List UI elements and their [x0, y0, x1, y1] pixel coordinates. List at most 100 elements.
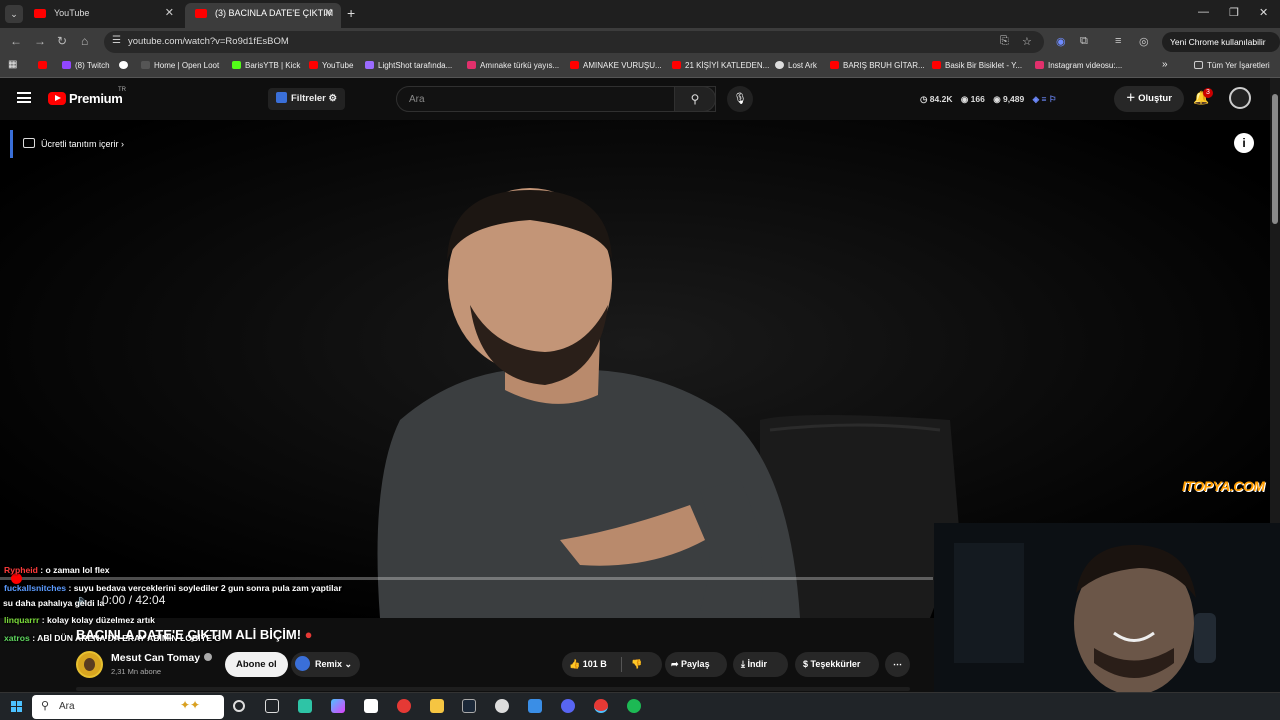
chrome-update-button[interactable]: Yeni Chrome kullanılabilir ⋮ — [1162, 32, 1280, 67]
channel-name[interactable]: Mesut Can Tomay — [111, 652, 213, 664]
account-avatar[interactable] — [1229, 87, 1251, 109]
thanks-button[interactable]: $ Teşekkürler — [795, 652, 879, 677]
media-controls-icon[interactable]: ≡ — [1115, 35, 1121, 47]
all-bookmarks-folder[interactable]: Tüm Yer İşaretleri — [1194, 61, 1270, 70]
forward-icon[interactable]: → — [34, 34, 46, 48]
channel-avatar[interactable] — [76, 651, 103, 678]
cortana-icon[interactable] — [233, 700, 245, 712]
bookmark-label: Tüm Yer İşaretleri — [1207, 61, 1270, 70]
logo-premium-text[interactable]: Premium — [69, 91, 123, 106]
file-explorer-icon[interactable] — [430, 699, 444, 713]
bookmark-yt-5[interactable]: Basik Bir Bisiklet - Y... — [932, 61, 1022, 70]
bookmark-star-icon[interactable]: ☆ — [1022, 35, 1032, 48]
extension-icon[interactable]: ◉ — [1056, 35, 1066, 48]
bookmark-openloot[interactable]: Home | Open Loot — [141, 61, 219, 70]
menu-icon[interactable] — [17, 92, 31, 103]
tab-title: YouTube — [54, 8, 90, 18]
start-windows-icon[interactable] — [11, 701, 22, 712]
address-bar[interactable]: ☰ youtube.com/watch?v=Ro9d1fEsBOM — [104, 31, 1044, 53]
bookmark-label: YouTube — [322, 61, 354, 70]
description-box-edge — [76, 687, 910, 691]
extensions-puzzle-icon[interactable]: ⧉ — [1080, 35, 1088, 48]
create-button[interactable]: ＋ Oluştur — [1114, 86, 1184, 112]
chat-user: fuckallsnitches — [4, 583, 67, 593]
store-icon[interactable] — [364, 699, 378, 713]
install-app-icon[interactable]: ⎘ — [1000, 35, 1009, 48]
bookmark-kick[interactable]: BarisYTB | Kick — [232, 61, 300, 70]
bookmark-label: LightShot tarafında... — [378, 61, 453, 70]
like-count: 101 B — [582, 659, 607, 669]
search-input[interactable]: Ara — [396, 86, 716, 112]
window-close-icon[interactable]: ✕ — [1259, 6, 1268, 19]
app-icon-1[interactable] — [298, 699, 312, 713]
bookmark-twitch[interactable]: (8) Twitch — [62, 61, 110, 70]
mic-icon[interactable]: 🎙 — [727, 86, 753, 112]
obs-icon[interactable] — [495, 699, 509, 713]
browser-tab-strip: ⌄ YouTube ✕ (3) BACINLA DATE'E ÇIKTIM ✕ … — [0, 0, 1280, 28]
share-button[interactable]: ➦ Paylaş — [665, 652, 727, 677]
bookmark-label: AMINAKE VURUŞU... — [583, 61, 662, 70]
chrome-icon[interactable] — [397, 699, 411, 713]
bookmark-google[interactable] — [119, 61, 132, 70]
tab-youtube[interactable]: YouTube ✕ — [24, 3, 182, 28]
apps-grid-icon[interactable]: ▦ — [8, 59, 17, 70]
tab-video-active[interactable]: (3) BACINLA DATE'E ÇIKTIM ✕ — [185, 3, 341, 28]
restore-icon[interactable]: ❐ — [1229, 6, 1239, 19]
promotion-icon — [23, 138, 35, 148]
like-button[interactable]: 👍 101 B — [569, 659, 607, 669]
reload-icon[interactable]: ↻ — [57, 34, 67, 48]
bookmarks-overflow-icon[interactable]: » — [1162, 59, 1168, 70]
task-view-icon[interactable] — [265, 699, 279, 713]
bookmark-instagram-1[interactable]: Amınake türkü yayıs... — [467, 61, 559, 70]
stat-eye: ◉ 166 — [960, 94, 985, 104]
app-icon-2[interactable] — [528, 699, 542, 713]
more-actions-icon[interactable]: ⋯ — [885, 652, 910, 677]
chat-user: Rypheid — [4, 565, 38, 575]
bookmark-lostark[interactable]: Lost Ark — [775, 61, 817, 70]
tab-search-button[interactable]: ⌄ — [5, 5, 23, 23]
taskbar-search-input[interactable]: ⚲ Ara ✦✦ — [32, 695, 224, 719]
bookmark-red[interactable] — [38, 61, 51, 70]
filters-button[interactable]: Filtreler ⚙ — [268, 88, 346, 110]
close-icon[interactable]: ✕ — [324, 3, 333, 24]
spotify-icon[interactable] — [627, 699, 641, 713]
stat-subs: ◉ 9,489 — [993, 94, 1025, 104]
back-icon[interactable]: ← — [10, 34, 22, 48]
bookmark-youtube[interactable]: YouTube — [309, 61, 353, 70]
copilot-icon[interactable] — [331, 699, 345, 713]
extension-badges-icon[interactable]: ◈ ≡ ⚐ — [1033, 94, 1057, 104]
paid-promotion-notice[interactable]: Ücretli tanıtım içerir › — [10, 130, 124, 158]
bookmark-yt-4[interactable]: BARIŞ BRUH GİTAR... — [830, 61, 925, 70]
divider — [621, 657, 622, 672]
minimize-icon[interactable]: — — [1198, 6, 1209, 18]
chrome-active-icon[interactable] — [594, 699, 608, 713]
search-icon[interactable]: ⚲ — [674, 86, 716, 112]
info-icon[interactable]: i — [1234, 133, 1254, 153]
dislike-icon[interactable]: 👎 — [631, 652, 642, 677]
youtube-logo-icon[interactable] — [48, 92, 66, 105]
subscribe-button[interactable]: Abone ol — [225, 652, 288, 677]
video-title: BACINLA DATE'E ÇIKTIM ALİ BİÇİM! ● — [76, 627, 313, 642]
progress-bar[interactable] — [0, 577, 933, 580]
close-icon[interactable]: ✕ — [165, 3, 174, 24]
bookmark-instagram-2[interactable]: Instagram videosu:... — [1035, 61, 1122, 70]
bookmark-yt-3[interactable]: 21 KİŞİYİ KATLEDEN... — [672, 61, 769, 70]
home-icon[interactable]: ⌂ — [81, 34, 88, 48]
bookmark-yt-2[interactable]: AMINAKE VURUŞU... — [570, 61, 662, 70]
scrollbar-thumb[interactable] — [1272, 94, 1278, 224]
discord-icon[interactable] — [561, 699, 575, 713]
filters-label: Filtreler — [291, 93, 326, 104]
download-button[interactable]: ⤓ İndir — [733, 652, 788, 677]
bookmark-lightshot[interactable]: LightShot tarafında... — [365, 61, 452, 70]
site-info-icon[interactable]: ☰ — [112, 35, 121, 46]
stat-views: ◷ 84.2K — [920, 94, 953, 104]
new-tab-button[interactable]: + — [347, 5, 355, 21]
youtube-favicon-icon — [34, 9, 46, 18]
download-label: İndir — [747, 659, 767, 669]
steam-icon[interactable] — [462, 699, 476, 713]
remix-button[interactable]: Remix ⌄ — [291, 652, 361, 677]
profile-icon[interactable]: ◎ — [1139, 35, 1149, 48]
bookmark-label: Instagram videosu:... — [1048, 61, 1123, 70]
channel-name-text: Mesut Can Tomay — [111, 652, 201, 664]
thanks-label: Teşekkürler — [810, 659, 861, 669]
